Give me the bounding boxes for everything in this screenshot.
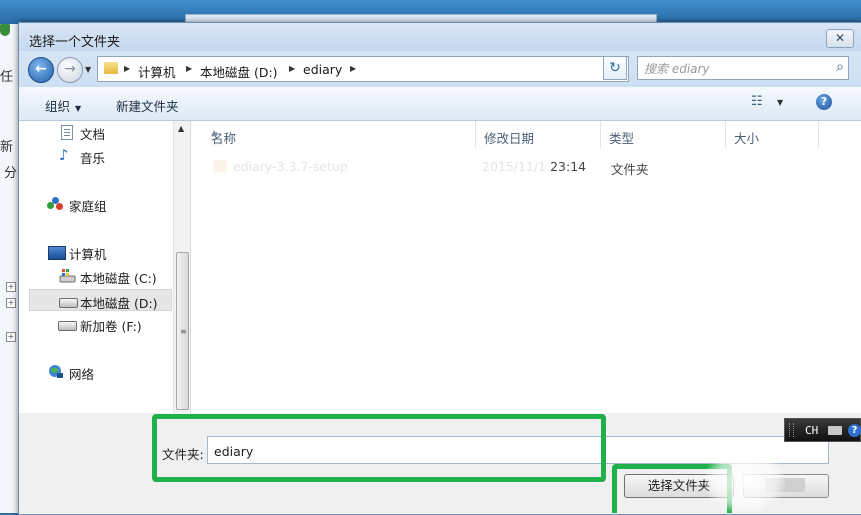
file-type: 文件夹 [611,162,649,177]
table-row[interactable]: ediary-3.3.7-setup 2015/11/1 23:14 文件夹 [191,157,791,177]
nav-item-drive-f[interactable]: 新加卷 (F:) [19,313,171,335]
navigation-pane: 文档 ♪ 音乐 家庭组 计算机 本地磁盘 (C:) 本地磁盘 (D:) 新加卷 … [19,121,190,413]
address-bar[interactable]: ▶ 计算机 ▶ 本地磁盘 (D:) ▶ ediary ▶ ▼ [97,56,629,82]
address-row: ← → ▼ ▶ 计算机 ▶ 本地磁盘 (D:) ▶ ediary ▶ ▼ ↻ ⌕ [19,51,861,87]
view-options-icon[interactable]: ☷ [751,94,767,110]
back-button[interactable]: ← [28,57,54,83]
close-button[interactable]: ✕ [826,29,854,48]
desktop-background [0,0,861,25]
column-label: 类型 [609,131,635,146]
nav-item-label: 文档 [80,127,106,142]
help-icon[interactable]: ? [848,424,861,437]
nav-item-label: 家庭组 [69,199,107,214]
title-bar: 选择一个文件夹 ✕ [19,23,861,51]
chevron-down-icon: ▼ [75,104,82,113]
nav-item-label: 网络 [69,367,95,382]
nav-item-computer[interactable]: 计算机 [19,241,171,263]
drive-icon [59,298,78,308]
music-icon: ♪ [59,146,69,164]
breadcrumb-drive-d[interactable]: 本地磁盘 (D:) [200,62,278,81]
scroll-up-icon[interactable]: ▲ [178,124,184,133]
refresh-button[interactable]: ↻ [603,56,627,80]
shield-icon [0,24,10,36]
chevron-down-icon[interactable]: ▼ [777,98,783,107]
column-header-name[interactable]: 名称 ▲ [203,121,476,148]
chevron-right-icon[interactable]: ▶ [350,64,356,73]
file-list-pane: 名称 ▲ 修改日期 类型 大小 ediary-3.3.7-setup 2015/… [190,121,861,413]
new-folder-button[interactable]: 新建文件夹 [116,96,179,115]
blurred-region [705,450,785,513]
background-app-text: 任 [0,70,14,85]
system-drive-icon [59,268,76,283]
folder-icon [213,160,227,172]
folder-icon [104,62,118,74]
nav-item-drive-c[interactable]: 本地磁盘 (C:) [19,265,171,287]
recent-locations-dropdown[interactable]: ▼ [85,65,91,74]
nav-item-label: 本地磁盘 (D:) [80,296,158,311]
nav-item-label: 新加卷 (F:) [80,319,142,334]
nav-item-drive-d[interactable]: 本地磁盘 (D:) [29,289,172,311]
file-date-faded: 2015/11/1 [482,159,547,174]
chevron-right-icon[interactable]: ▶ [289,64,295,73]
column-label: 修改日期 [484,131,535,146]
background-app-text: 分 [4,166,18,181]
forward-button[interactable]: → [57,57,83,83]
nav-item-label: 音乐 [80,151,106,166]
homegroup-icon [47,197,63,211]
chevron-right-icon[interactable]: ▶ [124,64,130,73]
breadcrumb-ediary[interactable]: ediary [303,62,342,77]
search-icon[interactable]: ⌕ [836,59,844,75]
nav-item-music[interactable]: ♪ 音乐 [19,145,171,167]
nav-item-documents[interactable]: 文档 [19,121,171,143]
highlight-folder-field [152,414,606,482]
grip-icon[interactable] [789,423,794,437]
organize-label: 组织 [45,99,71,114]
breadcrumb-computer[interactable]: 计算机 [138,62,176,81]
scrollbar-thumb[interactable]: ≡ [176,252,189,410]
dialog-title: 选择一个文件夹 [29,35,121,50]
computer-icon [48,246,66,260]
column-header-date[interactable]: 修改日期 [476,121,601,148]
background-app-text: 新 [0,140,14,155]
column-header-type[interactable]: 类型 [601,121,726,148]
search-input[interactable] [642,60,826,78]
nav-item-label: 本地磁盘 (C:) [80,271,157,286]
organize-menu[interactable]: 组织 ▼ [45,96,81,115]
chevron-right-icon[interactable]: ▶ [186,64,192,73]
drive-icon [58,321,77,331]
document-icon [61,125,73,140]
nav-item-label: 计算机 [69,247,107,262]
sort-ascending-icon: ▲ [211,128,218,137]
column-header-size[interactable]: 大小 [726,121,819,148]
expand-icon: + [6,332,16,342]
expand-icon: + [6,282,16,292]
search-box[interactable]: ⌕ [637,56,849,80]
keyboard-icon[interactable] [828,426,842,435]
file-name: ediary-3.3.7-setup [233,159,348,174]
nav-item-network[interactable]: 网络 [19,361,171,383]
file-time: 23:14 [550,159,587,174]
help-icon[interactable]: ? [816,94,832,110]
command-bar: 组织 ▼ 新建文件夹 ☷ ▼ ? [19,87,861,121]
expand-icon: + [6,298,16,308]
input-language[interactable]: CH [805,424,818,437]
nav-item-homegroup[interactable]: 家庭组 [19,193,171,215]
network-icon [47,364,64,379]
file-date: 2015/11/1 23:14 [482,159,586,174]
nav-scrollbar[interactable]: ▲ ≡ [173,121,190,413]
column-label: 大小 [734,131,760,146]
grip-icon: ≡ [180,327,187,336]
language-bar[interactable]: CH ? [784,418,861,442]
